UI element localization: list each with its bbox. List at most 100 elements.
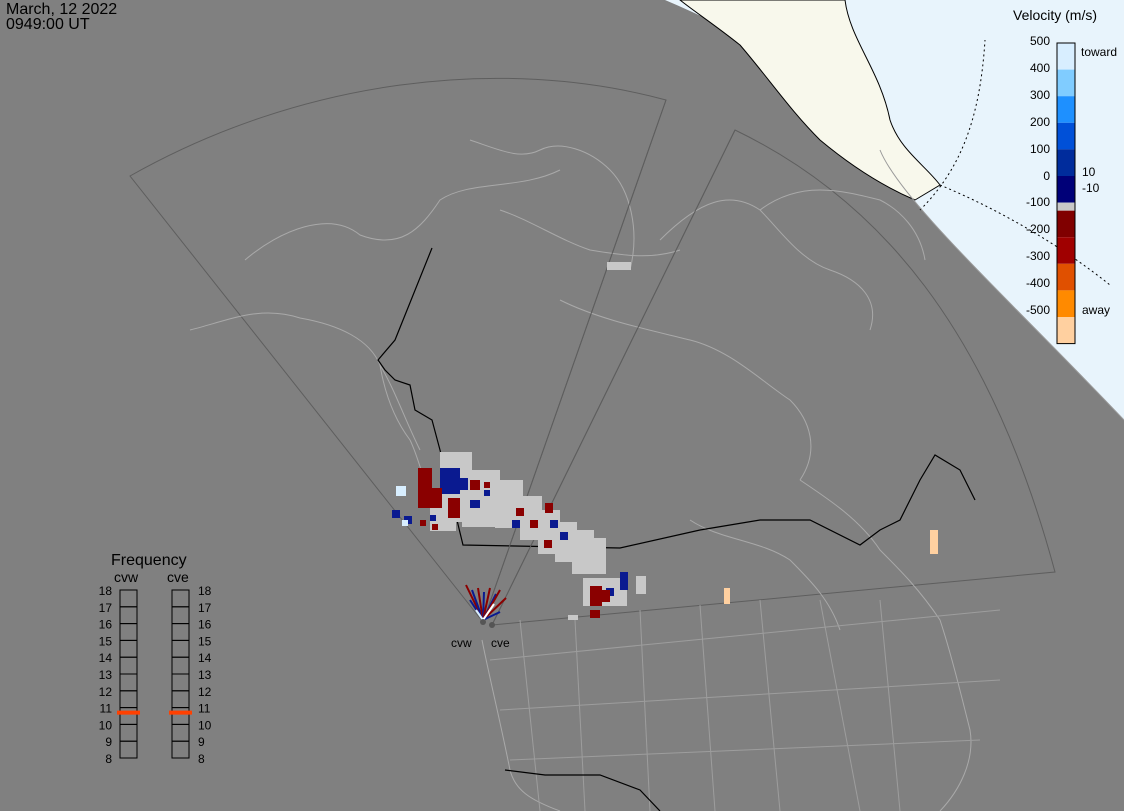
echo-cell [545,503,553,513]
echo-cell [930,530,938,554]
echo-cell [448,498,460,518]
frequency-cell-right [171,707,190,725]
velocity-scale-bar [1056,42,1076,345]
echo-cell [484,490,490,496]
coastlines [189,139,972,811]
velocity-color-band [1057,263,1075,291]
frequency-level-right: 12 [198,685,212,699]
radar-site-cve [489,622,495,628]
velocity-away-label: away [1082,303,1110,317]
frequency-cell-right [171,690,190,709]
velocity-color-band [1057,317,1075,344]
echo-cell [590,586,602,606]
frequency-level-right: 15 [198,634,212,648]
frequency-cell-right [171,589,190,608]
frequency-cell-left [119,656,138,675]
frequency-level-right: 8 [198,752,205,766]
frequency-cell-left [119,623,138,641]
frequency-cell-right [171,740,190,759]
frequency-level-right: 14 [198,651,212,665]
echo-cell [418,468,432,508]
frequency-title: Frequency [111,552,187,569]
frequency-radar-right: cve [167,569,189,585]
velocity-color-band [1057,290,1075,317]
radar-label-cvw: cvw [451,636,472,650]
echo-cell [588,538,606,574]
velocity-tick-label: -500 [1026,303,1050,317]
frequency-level-left: 13 [99,668,113,682]
radar-echoes [392,262,938,621]
echo-cell [550,520,558,528]
frequency-cell-left [119,690,138,709]
velocity-minus-label: -10 [1082,181,1100,195]
echo-cell [392,510,400,518]
echo-cell [602,590,610,602]
frequency-level-left: 8 [105,752,112,766]
frequency-marker-left [117,710,140,715]
echo-cell [544,540,552,548]
frequency-level-left: 10 [99,718,113,732]
frequency-level-left: 16 [99,618,113,632]
echo-cell [470,500,480,508]
echo-cell [607,262,631,270]
frequency-cell-right [171,723,190,742]
velocity-tick-label: -400 [1026,276,1050,290]
echo-cell [462,505,502,527]
echo-cell [420,520,426,526]
night-region [665,0,1124,811]
echo-cell [440,468,460,494]
velocity-color-band [1057,210,1075,238]
mexico-border [504,769,661,811]
frequency-level-left: 9 [105,735,112,749]
velocity-tick-label: 200 [1030,115,1050,129]
frequency-level-right: 13 [198,668,212,682]
velocity-tick-label: 100 [1030,142,1050,156]
frequency-level-right: 10 [198,718,212,732]
echo-cell [396,486,406,496]
echo-cell [402,520,408,526]
radar-site-cvw [480,619,486,625]
velocity-toward-label: toward [1081,45,1117,59]
velocity-tick-label: 0 [1043,169,1050,183]
frequency-cell-left [119,740,138,759]
frequency-cell-left [119,606,138,625]
frequency-cell-left [119,639,138,658]
velocity-color-band [1057,176,1075,203]
frequency-level-left: 12 [99,685,113,699]
echo-cell [470,480,480,490]
velocity-color-band [1057,122,1075,150]
beam-boundary [491,129,736,626]
echo-cell [432,524,438,530]
frequency-level-left: 15 [99,634,113,648]
frequency-cell-left [119,723,138,742]
echo-cell [636,576,646,594]
echo-cell [516,508,524,516]
echo-cell [724,588,730,604]
radar-label-cve: cve [491,636,510,650]
echo-cell [432,488,442,508]
frequency-level-right: 11 [198,702,211,716]
state-lines [489,599,1001,811]
echo-cell [568,615,578,620]
radar-map-viewer: March, 12 2022 0949:00 UT cvw cve Veloci… [0,0,1124,811]
velocity-tick-label: -300 [1026,249,1050,263]
frequency-level-left: 17 [99,601,113,615]
velocity-color-band [1057,69,1075,97]
frequency-cell-left [119,589,138,608]
velocity-zero-band [1057,202,1075,211]
velocity-tick-label: 400 [1030,61,1050,75]
frequency-level-left: 14 [99,651,113,665]
frequency-cell-left [119,673,138,692]
frequency-radar-left: cvw [114,569,139,585]
velocity-tick-label: -100 [1026,195,1050,209]
frequency-panel: Frequency cvw cve 18 18 17 17 16 16 15 15 14 14 13… [99,552,212,766]
velocity-scale-title: Velocity (m/s) [1013,7,1097,23]
velocity-tick-label: 300 [1030,88,1050,102]
map-canvas: cvw cve Velocity (m/s) 500 400 300 200 100 0 -… [99,0,1124,811]
frequency-cell-right [171,623,190,641]
frequency-level-left: 18 [99,584,113,598]
echo-cell [484,482,490,488]
frequency-level-right: 18 [198,584,212,598]
frequency-level-right: 17 [198,601,212,615]
echo-cell [458,478,468,490]
